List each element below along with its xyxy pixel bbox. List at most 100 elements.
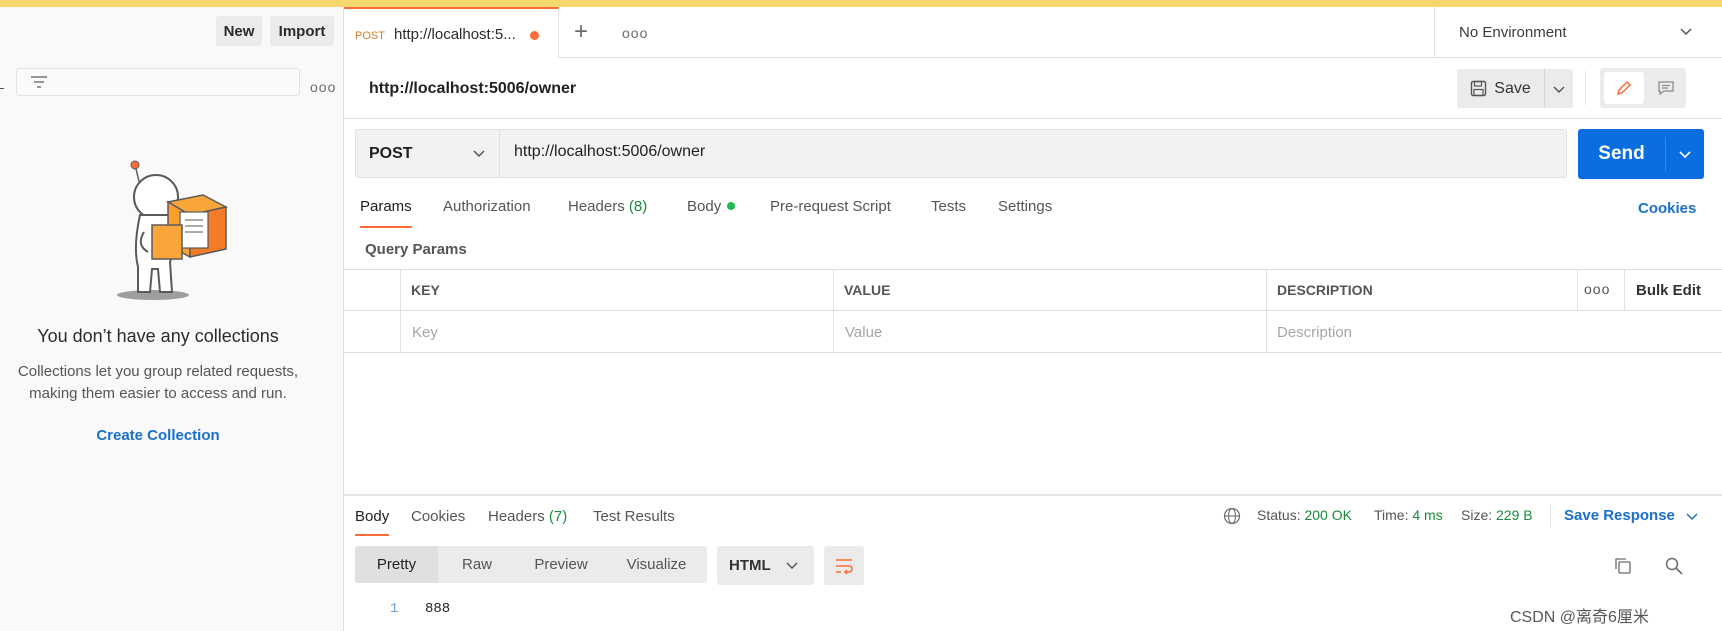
pencil-icon	[1616, 80, 1632, 96]
table-header-row: KEY VALUE DESCRIPTION ooo Bulk Edit	[344, 270, 1722, 311]
empty-desc-line: Collections let you group related reques…	[17, 363, 299, 380]
tab-body[interactable]: Body	[687, 198, 736, 215]
tab-pre-request-script[interactable]: Pre-request Script	[770, 198, 891, 215]
view-raw[interactable]: Raw	[438, 546, 516, 583]
response-body-line: 888	[425, 601, 451, 617]
time-value: 4 ms	[1412, 507, 1443, 523]
wrap-lines-button[interactable]	[824, 546, 864, 585]
column-divider	[400, 270, 401, 353]
tab-more-icon[interactable]: ooo	[622, 25, 648, 41]
save-button[interactable]: Save	[1457, 69, 1544, 108]
new-button[interactable]: New	[216, 16, 262, 46]
response-tab-headers-label: Headers	[488, 508, 545, 525]
bulk-edit-button[interactable]: Bulk Edit	[1636, 282, 1701, 299]
chevron-down-icon	[1680, 28, 1692, 36]
save-floppy-icon	[1471, 80, 1487, 97]
globe-icon[interactable]	[1223, 507, 1241, 525]
query-params-label: Query Params	[365, 241, 467, 258]
save-options-button[interactable]	[1544, 69, 1573, 108]
send-button-group: Send	[1578, 129, 1704, 179]
send-options-button[interactable]	[1666, 129, 1704, 179]
tab-headers[interactable]: Headers (8)	[568, 198, 647, 215]
response-resize-handle[interactable]	[344, 494, 1722, 496]
column-divider	[833, 270, 834, 353]
chevron-down-icon[interactable]	[1685, 509, 1699, 523]
method-label: POST	[369, 145, 413, 162]
request-tab[interactable]: POST http://localhost:5...	[344, 7, 559, 58]
watermark: CSDN @离奇6厘米	[1510, 609, 1649, 626]
new-tab-plus-icon[interactable]: +	[574, 18, 588, 46]
response-tab-body[interactable]: Body	[355, 508, 390, 536]
unsaved-dot-icon[interactable]	[530, 31, 539, 40]
filter-input[interactable]	[16, 68, 300, 96]
save-button-group: Save	[1457, 69, 1573, 108]
column-divider	[1266, 270, 1267, 353]
copy-icon[interactable]	[1613, 556, 1633, 576]
col-key-header: KEY	[411, 282, 440, 298]
tab-params[interactable]: Params	[360, 198, 412, 228]
save-response-button[interactable]: Save Response	[1564, 507, 1675, 524]
response-tab-cookies[interactable]: Cookies	[411, 508, 465, 525]
column-divider	[1624, 270, 1625, 311]
value-input[interactable]: Value	[845, 324, 882, 341]
edit-mode-button[interactable]	[1604, 72, 1644, 104]
size-label: Size:	[1461, 507, 1493, 523]
url-input[interactable]	[514, 143, 1514, 161]
params-table: KEY VALUE DESCRIPTION ooo Bulk Edit Key …	[344, 269, 1722, 353]
response-view-selector: Pretty Raw Preview Visualize	[355, 546, 707, 583]
size-value: 229 B	[1496, 507, 1533, 523]
tab-settings[interactable]: Settings	[998, 198, 1052, 215]
description-input[interactable]: Description	[1277, 324, 1352, 341]
status-indicator[interactable]: Status: 200 OK	[1257, 507, 1352, 523]
request-sub-tabs: Params Authorization Headers (8) Body Pr…	[344, 198, 1722, 230]
column-divider	[1577, 270, 1578, 311]
view-visualize[interactable]: Visualize	[606, 546, 707, 583]
wrap-lines-icon	[836, 558, 853, 575]
more-options-icon[interactable]: ooo	[310, 79, 336, 95]
chevron-down-icon	[1552, 85, 1565, 93]
create-collection-link[interactable]: Create Collection	[0, 427, 316, 444]
time-indicator[interactable]: Time: 4 ms	[1374, 507, 1443, 523]
top-banner	[0, 0, 1722, 7]
table-more-icon[interactable]: ooo	[1584, 281, 1610, 297]
chevron-down-icon	[786, 562, 798, 570]
response-tab-test-results[interactable]: Test Results	[593, 508, 675, 525]
cookies-link[interactable]: Cookies	[1638, 200, 1696, 217]
tab-method: POST	[355, 30, 385, 42]
tab-authorization[interactable]: Authorization	[443, 198, 531, 215]
status-value: 200 OK	[1304, 507, 1352, 523]
method-select[interactable]: POST	[356, 130, 500, 177]
key-input[interactable]: Key	[412, 324, 438, 341]
tab-body-label: Body	[687, 198, 722, 215]
size-indicator[interactable]: Size: 229 B	[1461, 507, 1533, 523]
empty-collections-description: Collections let you group related reques…	[0, 361, 316, 405]
search-icon[interactable]	[1664, 556, 1684, 576]
environment-label: No Environment	[1459, 24, 1567, 41]
sidebar-collapse-handle[interactable]	[0, 88, 4, 89]
body-active-dot-icon	[727, 202, 736, 210]
send-button[interactable]: Send	[1578, 129, 1665, 179]
col-description-header: DESCRIPTION	[1277, 282, 1373, 298]
request-header: http://localhost:5006/owner Save	[344, 59, 1722, 119]
chevron-down-icon	[473, 150, 485, 158]
view-preview[interactable]: Preview	[516, 546, 606, 583]
format-label: HTML	[729, 557, 771, 574]
col-value-header: VALUE	[844, 282, 891, 298]
request-tabs-bar: POST http://localhost:5... + ooo No Envi…	[344, 7, 1722, 58]
response-tab-headers[interactable]: Headers (7)	[488, 508, 567, 525]
response-headers-count-badge: (7)	[548, 508, 568, 525]
comments-button[interactable]	[1646, 72, 1686, 104]
environment-select[interactable]: No Environment	[1434, 7, 1722, 58]
request-title: http://localhost:5006/owner	[369, 80, 577, 97]
tab-headers-label: Headers	[568, 198, 625, 215]
filter-icon	[31, 76, 47, 88]
view-pretty[interactable]: Pretty	[355, 546, 438, 583]
tab-tests[interactable]: Tests	[931, 198, 966, 215]
empty-collections-title: You don’t have any collections	[37, 326, 279, 346]
format-select[interactable]: HTML	[717, 546, 814, 585]
import-button[interactable]: Import	[270, 16, 334, 46]
save-label: Save	[1494, 79, 1531, 97]
empty-collections-illustration-icon	[117, 160, 228, 300]
time-label: Time:	[1374, 507, 1409, 523]
comment-icon	[1658, 81, 1674, 96]
